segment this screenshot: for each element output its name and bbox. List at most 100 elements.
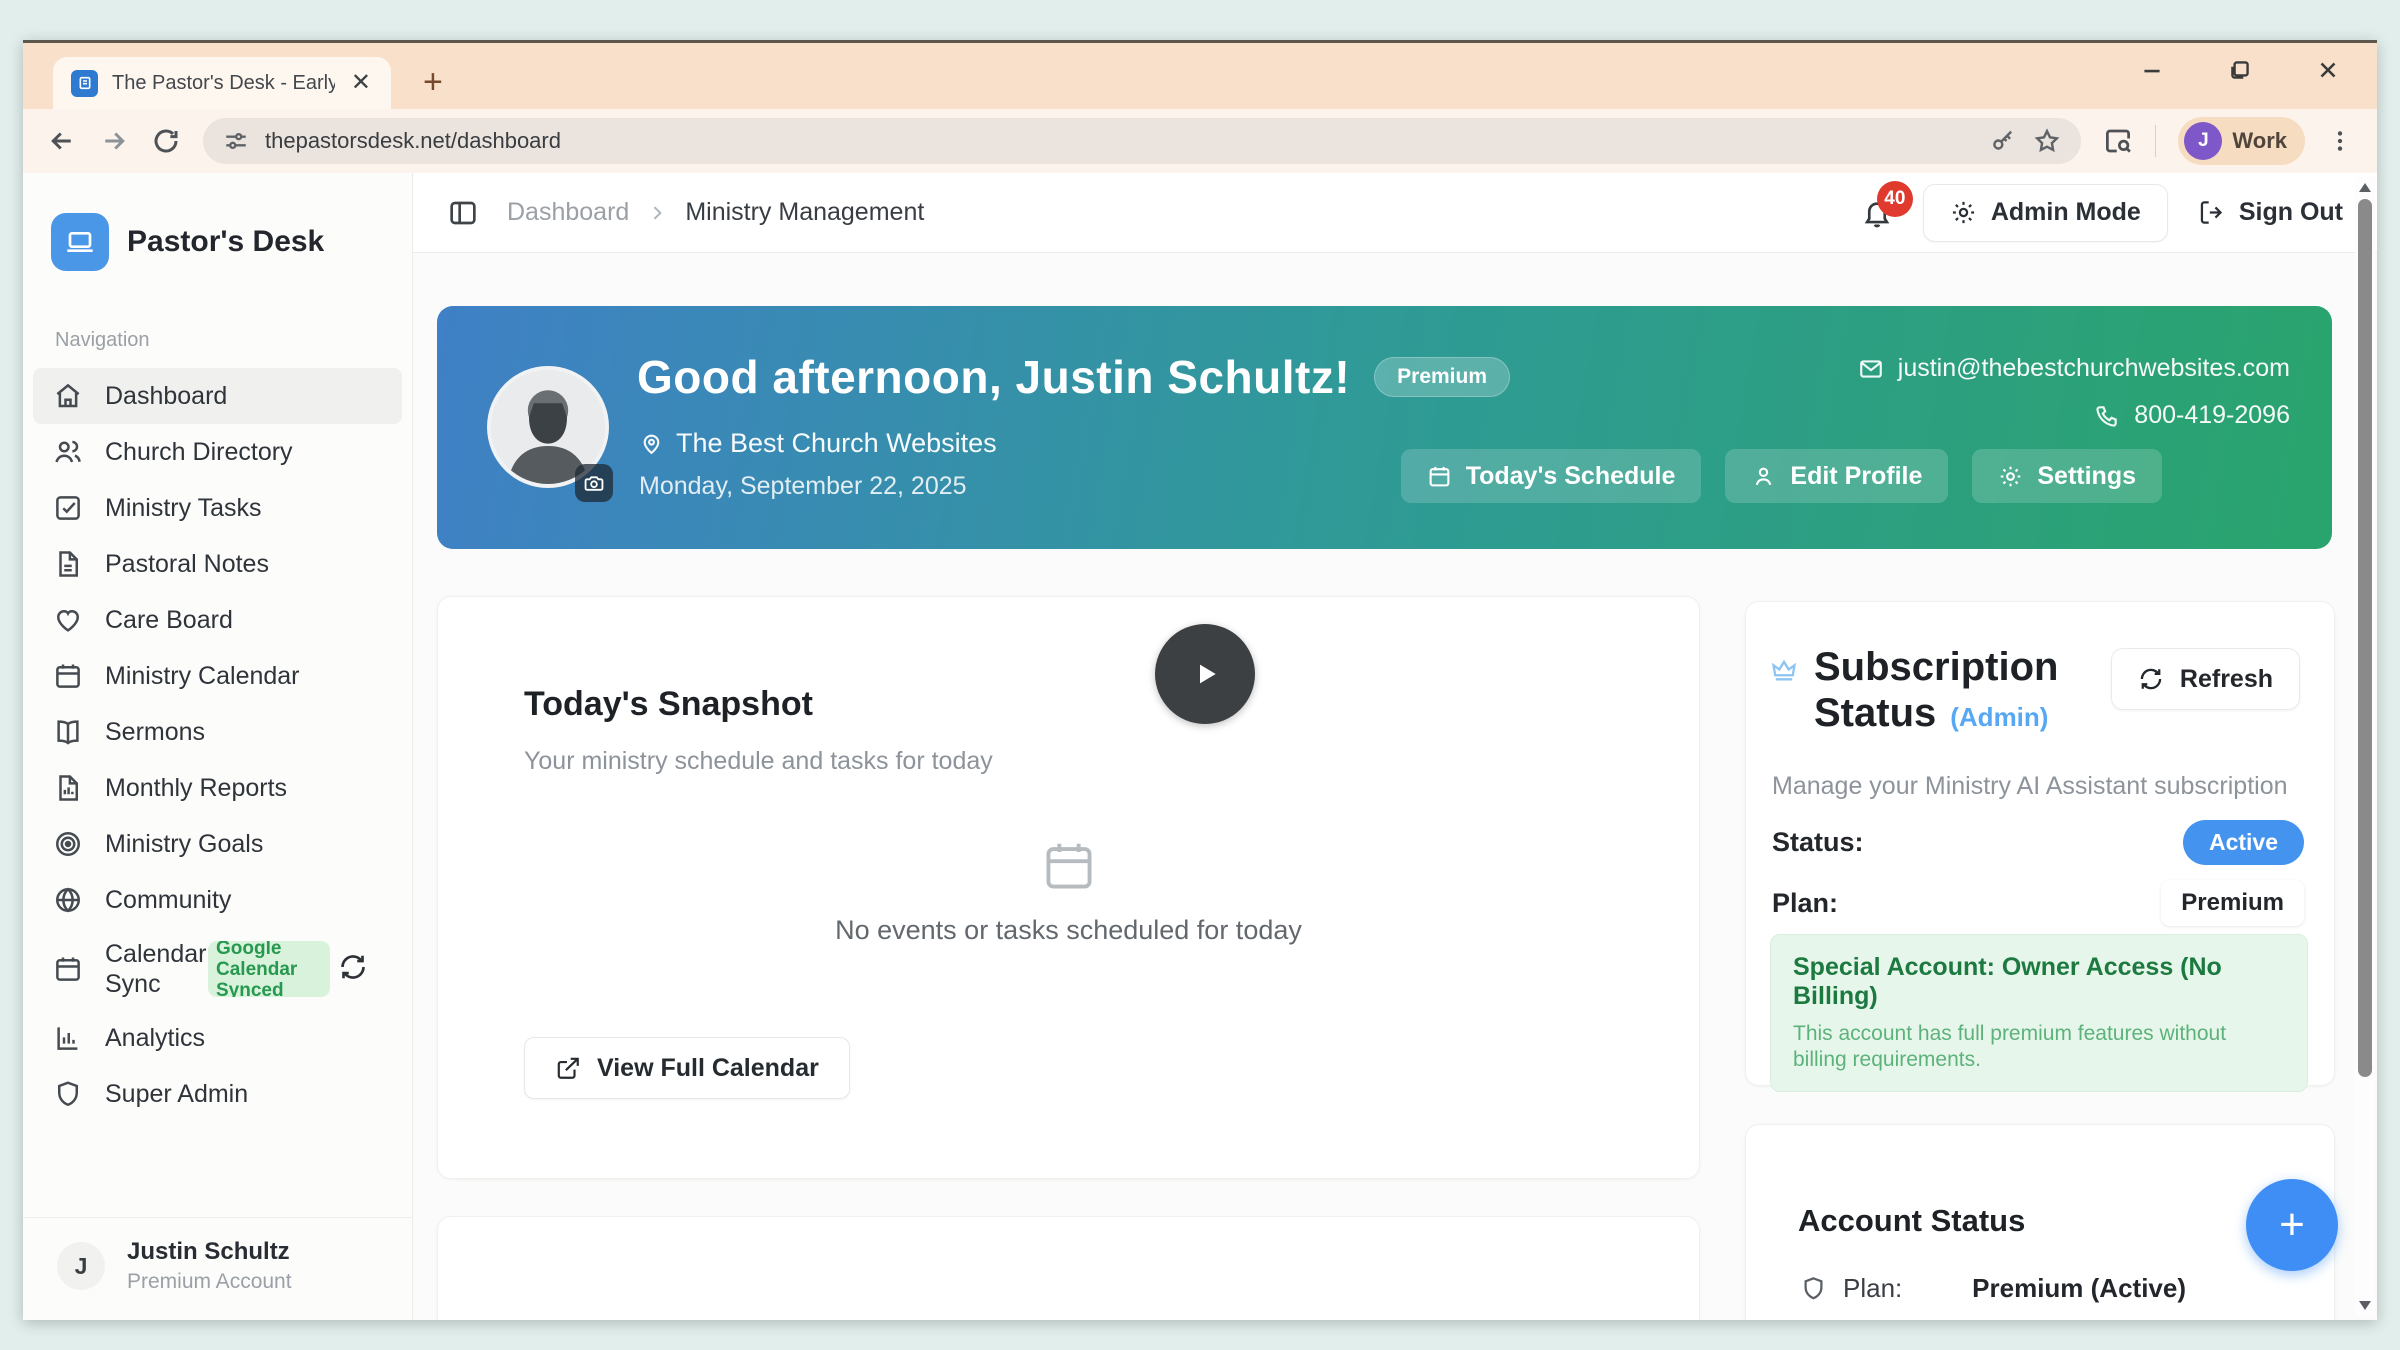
target-icon: [53, 829, 83, 859]
edit-profile-button[interactable]: Edit Profile: [1725, 449, 1948, 503]
browser-menu-dots-icon[interactable]: [2327, 128, 2353, 154]
add-fab-button[interactable]: +: [2246, 1179, 2338, 1271]
sidebar-item-dashboard[interactable]: Dashboard: [33, 368, 402, 424]
window-maximize-icon[interactable]: [2227, 57, 2253, 83]
tab-title: The Pastor's Desk - Early Acces: [112, 72, 335, 95]
task-check-icon: [53, 493, 83, 523]
status-active-badge: Active: [2183, 820, 2304, 865]
plan-label: Plan:: [1772, 888, 1838, 919]
sidebar-profile[interactable]: J Justin Schultz Premium Account: [23, 1217, 412, 1294]
shield-outline-icon: [1800, 1275, 1827, 1302]
back-icon[interactable]: [47, 126, 77, 156]
brand-name: Pastor's Desk: [127, 225, 324, 259]
sign-out-button[interactable]: Sign Out: [2198, 198, 2343, 227]
sidebar-item-care-board[interactable]: Care Board: [33, 592, 402, 648]
window-close-icon[interactable]: [2315, 57, 2341, 83]
sidebar-item-analytics[interactable]: Analytics: [33, 1010, 402, 1066]
sidebar-item-ministry-calendar[interactable]: Ministry Calendar: [33, 648, 402, 704]
side-panel-search-icon[interactable]: [2103, 126, 2133, 156]
camera-icon[interactable]: [575, 464, 613, 502]
subscription-title-line1: Subscription: [1814, 644, 2058, 690]
current-date: Monday, September 22, 2025: [639, 472, 967, 501]
breadcrumb-current: Ministry Management: [685, 198, 924, 227]
banner-settings-button[interactable]: Settings: [1972, 449, 2162, 503]
snapshot-subtitle: Your ministry schedule and tasks for tod…: [524, 747, 993, 776]
forward-icon[interactable]: [99, 126, 129, 156]
scrollbar-down-arrow-icon[interactable]: [2359, 1301, 2371, 1310]
user-email[interactable]: justin@thebestchurchwebsites.com: [1898, 354, 2290, 383]
browser-profile-avatar: J: [2184, 122, 2222, 160]
subscription-status-card: Subscription Status (Admin) Refresh Mana…: [1745, 601, 2335, 1086]
calendar-sync-icon: [53, 954, 83, 984]
shield-icon: [53, 1079, 83, 1109]
bookmark-star-icon[interactable]: [2033, 127, 2061, 155]
sidebar-toggle-icon[interactable]: [447, 197, 479, 229]
premium-badge: Premium: [1374, 357, 1510, 397]
browser-tab-strip: The Pastor's Desk - Early Acces ✕ +: [23, 43, 2377, 109]
notice-title: Special Account: Owner Access (No Billin…: [1793, 953, 2285, 1011]
person-icon: [1751, 464, 1776, 489]
sidebar-item-calendar-sync[interactable]: Calendar Sync Google Calendar Synced: [33, 928, 402, 1010]
sidebar-item-monthly-reports[interactable]: Monthly Reports: [33, 760, 402, 816]
account-status-title: Account Status: [1798, 1203, 2025, 1239]
home-icon: [53, 381, 83, 411]
scrollbar-up-arrow-icon[interactable]: [2359, 183, 2371, 192]
reload-icon[interactable]: [151, 126, 181, 156]
external-link-icon: [555, 1055, 581, 1081]
sign-out-icon: [2198, 199, 2225, 226]
account-status-card: Account Status Plan: Premium (Active) +: [1745, 1124, 2335, 1320]
site-info-tune-icon[interactable]: [223, 128, 249, 154]
notifications-button[interactable]: 40: [1861, 197, 1893, 229]
special-account-notice: Special Account: Owner Access (No Billin…: [1770, 934, 2308, 1092]
calendar-sync-refresh-icon[interactable]: [338, 952, 368, 982]
breadcrumb: Dashboard Ministry Management: [507, 198, 924, 227]
password-key-icon[interactable]: [1989, 127, 2017, 155]
laptop-logo-icon: [51, 213, 109, 271]
snapshot-empty-message: No events or tasks scheduled for today: [438, 915, 1699, 946]
sidebar-item-community[interactable]: Community: [33, 872, 402, 928]
admin-mode-button[interactable]: Admin Mode: [1923, 184, 2168, 242]
sidebar-item-sermons[interactable]: Sermons: [33, 704, 402, 760]
lower-content-card: [437, 1216, 1700, 1320]
browser-tab[interactable]: The Pastor's Desk - Early Acces ✕: [53, 57, 391, 109]
refresh-button[interactable]: Refresh: [2111, 648, 2300, 710]
browser-profile-chip[interactable]: J Work: [2178, 117, 2305, 165]
url-text[interactable]: thepastorsdesk.net/dashboard: [265, 128, 1973, 154]
gear-icon: [1998, 464, 2023, 489]
report-file-icon: [53, 773, 83, 803]
greeting-text: Good afternoon, Justin Schultz!: [637, 350, 1350, 404]
todays-schedule-button[interactable]: Today's Schedule: [1401, 449, 1702, 503]
sidebar-item-ministry-tasks[interactable]: Ministry Tasks: [33, 480, 402, 536]
calendar-icon: [1427, 464, 1452, 489]
user-name: Justin Schultz: [127, 1238, 292, 1266]
sidebar-item-church-directory[interactable]: Church Directory: [33, 424, 402, 480]
snapshot-title: Today's Snapshot: [524, 685, 813, 724]
scrollbar-thumb[interactable]: [2358, 199, 2372, 1077]
user-avatar: J: [57, 1242, 105, 1290]
sidebar-item-ministry-goals[interactable]: Ministry Goals: [33, 816, 402, 872]
empty-calendar-icon: [438, 837, 1699, 895]
sidebar: Pastor's Desk Navigation Dashboard Churc…: [23, 173, 413, 1320]
subscription-subtitle: Manage your Ministry AI Assistant subscr…: [1772, 772, 2288, 801]
view-full-calendar-button[interactable]: View Full Calendar: [524, 1037, 850, 1099]
breadcrumb-root[interactable]: Dashboard: [507, 198, 629, 227]
url-bar[interactable]: thepastorsdesk.net/dashboard: [203, 118, 2081, 164]
page-scrollbar[interactable]: [2355, 177, 2375, 1316]
greeting-banner: Good afternoon, Justin Schultz! Premium …: [437, 306, 2332, 549]
bar-chart-icon: [53, 1023, 83, 1053]
new-tab-button[interactable]: +: [423, 67, 443, 97]
todays-snapshot-card: Today's Snapshot Your ministry schedule …: [437, 596, 1700, 1179]
sidebar-item-super-admin[interactable]: Super Admin: [33, 1066, 402, 1122]
notification-count-badge: 40: [1877, 181, 1913, 217]
status-label: Status:: [1772, 827, 1864, 858]
account-plan-label: Plan:: [1843, 1273, 1902, 1304]
video-play-button[interactable]: [1155, 624, 1255, 724]
users-icon: [53, 437, 83, 467]
globe-icon: [53, 885, 83, 915]
user-phone[interactable]: 800-419-2096: [2134, 401, 2290, 430]
tab-close-icon[interactable]: ✕: [349, 71, 373, 95]
sidebar-item-pastoral-notes[interactable]: Pastoral Notes: [33, 536, 402, 592]
site-favicon-icon: [71, 70, 98, 97]
phone-icon: [2094, 403, 2120, 429]
window-minimize-icon[interactable]: [2139, 57, 2165, 83]
